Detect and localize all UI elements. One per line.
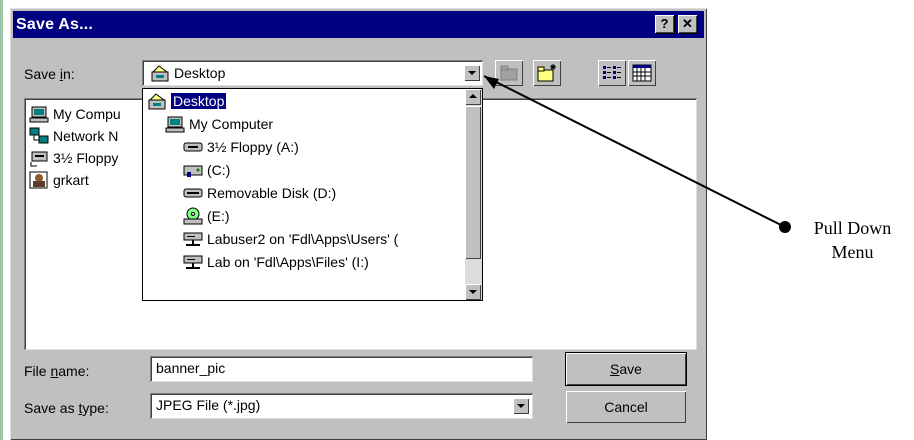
annotation-arrow bbox=[483, 75, 791, 233]
annotation-text: Pull Down Menu bbox=[813, 218, 892, 262]
